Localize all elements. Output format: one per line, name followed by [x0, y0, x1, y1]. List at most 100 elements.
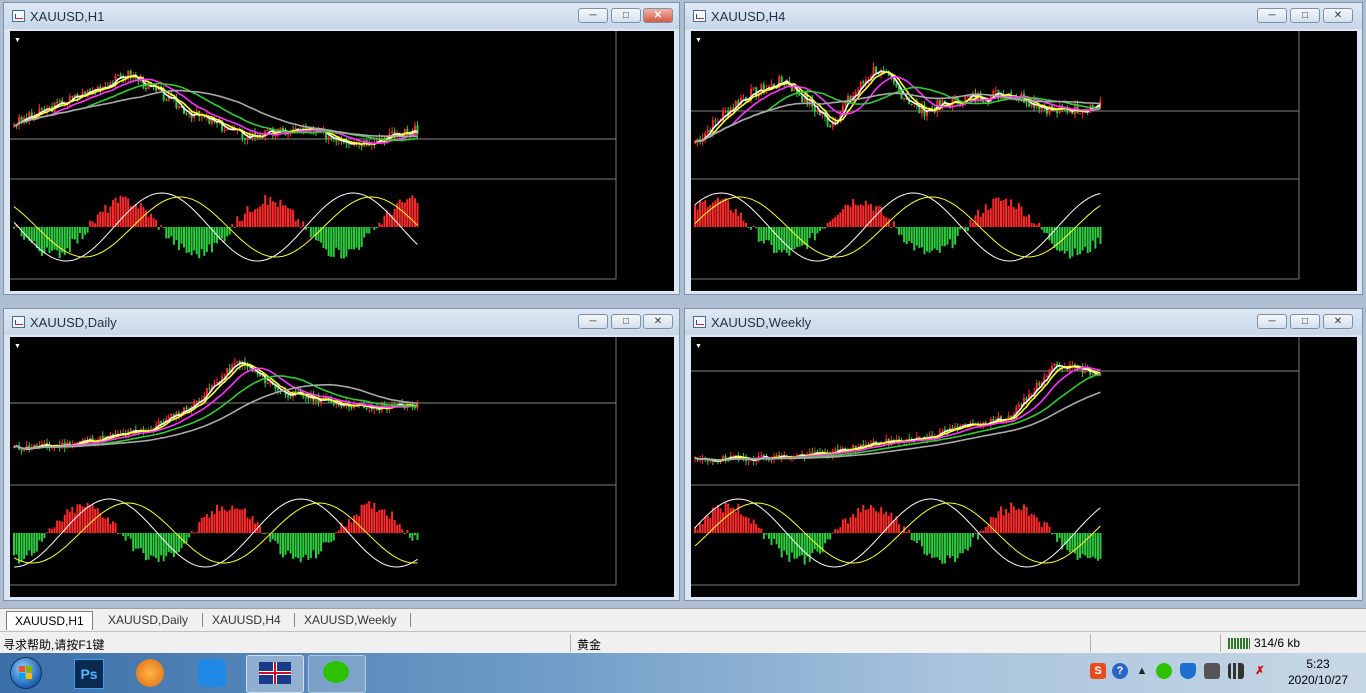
taskbar-app-blue[interactable] — [184, 655, 240, 691]
price-chart[interactable] — [691, 337, 1357, 597]
taskbar-photoshop[interactable]: Ps — [60, 655, 116, 691]
clock-date: 2020/10/27 — [1287, 673, 1349, 687]
mountain-app-icon — [198, 659, 226, 687]
price-chart[interactable] — [10, 31, 674, 291]
osma-bar — [869, 504, 872, 533]
maximize-button[interactable]: □ — [611, 314, 641, 329]
osma-bar — [941, 227, 944, 247]
osma-bar — [898, 524, 900, 533]
taskbar-app-orange[interactable] — [122, 655, 178, 691]
osma-bar — [337, 530, 340, 533]
osma-bar — [852, 513, 855, 533]
osma-bar — [938, 533, 941, 560]
taskbar-metatrader[interactable] — [246, 655, 304, 693]
osma-bar — [875, 511, 878, 533]
osma-bar — [1005, 198, 1008, 227]
tab-xauusd-daily[interactable]: XAUUSD,Daily — [100, 611, 196, 629]
minimize-button[interactable]: ─ — [578, 8, 608, 23]
taskbar-wechat[interactable] — [308, 655, 366, 693]
window-titlebar[interactable]: XAUUSD,Daily ─ □ ✕ — [4, 309, 679, 335]
price-chart[interactable] — [10, 337, 674, 597]
wechat-tray-icon[interactable] — [1156, 663, 1172, 679]
osma-bar — [353, 515, 356, 533]
osma-bar — [180, 227, 183, 244]
osma-bar — [363, 227, 366, 238]
tab-xauusd-h4[interactable]: XAUUSD,H4 — [204, 611, 289, 629]
help-tray-icon[interactable]: ? — [1112, 663, 1128, 679]
osma-bar — [1028, 214, 1031, 227]
osma-bar — [951, 227, 954, 249]
close-button[interactable]: ✕ — [1323, 314, 1353, 329]
signal-bars-icon[interactable] — [1228, 663, 1244, 679]
window-titlebar[interactable]: XAUUSD,H1 ─ □ ✕ — [4, 3, 679, 29]
osma-bar — [1068, 533, 1071, 553]
osma-bar — [854, 517, 857, 533]
osma-bar — [157, 533, 160, 562]
osma-bar — [101, 517, 104, 533]
chart-window-daily[interactable]: XAUUSD,Daily ─ □ ✕ — [3, 308, 680, 601]
close-button[interactable]: ✕ — [1323, 8, 1353, 23]
window-titlebar[interactable]: XAUUSD,H4 ─ □ ✕ — [685, 3, 1362, 29]
minimize-button[interactable]: ─ — [1257, 8, 1287, 23]
osma-bar — [936, 533, 939, 558]
osma-bar — [111, 200, 114, 227]
osma-bar — [966, 533, 969, 551]
candle-body — [1025, 398, 1028, 401]
tab-xauusd-h1[interactable]: XAUUSD,H1 — [6, 611, 93, 630]
chart-window-h4[interactable]: XAUUSD,H4 ─ □ ✕ — [684, 2, 1363, 295]
osma-bar — [320, 533, 323, 552]
system-clock[interactable]: 5:23 2020/10/27 — [1278, 656, 1358, 688]
candle-body — [365, 407, 368, 409]
maximize-button[interactable]: □ — [611, 8, 641, 23]
osma-bar — [312, 227, 315, 236]
osma-bar — [35, 533, 38, 552]
chart-window-weekly[interactable]: XAUUSD,Weekly ─ □ ✕ — [684, 308, 1363, 601]
security-shield-icon[interactable] — [1180, 663, 1196, 679]
osma-bar — [243, 213, 246, 227]
osma-bar — [982, 213, 985, 227]
candle-body — [982, 100, 985, 103]
osma-bar — [167, 533, 170, 552]
osma-bar — [264, 195, 267, 227]
minimize-button[interactable]: ─ — [578, 314, 608, 329]
osma-bar — [1033, 223, 1036, 227]
osma-bar — [1025, 506, 1028, 533]
chart-window-icon — [693, 10, 706, 22]
osma-bar — [106, 517, 109, 533]
candle-body — [1045, 375, 1048, 377]
ma-gray-line — [13, 383, 418, 450]
osma-bar — [271, 201, 274, 227]
close-button[interactable]: ✕ — [643, 8, 673, 23]
candle-body — [760, 455, 763, 457]
volume-muted-icon[interactable]: ✗ — [1252, 663, 1268, 679]
osma-bar — [997, 511, 1000, 533]
osma-bar — [745, 516, 747, 533]
status-divider — [570, 634, 571, 652]
close-button[interactable]: ✕ — [643, 314, 673, 329]
tab-xauusd-weekly[interactable]: XAUUSD,Weekly — [296, 611, 404, 629]
price-chart[interactable] — [691, 31, 1357, 291]
osma-bar — [398, 523, 401, 533]
candle-body — [129, 430, 132, 432]
osma-bar — [1035, 225, 1038, 227]
candle-body — [844, 102, 847, 106]
start-button[interactable] — [4, 653, 46, 693]
maximize-button[interactable]: □ — [1290, 314, 1320, 329]
osma-bar — [1015, 509, 1018, 533]
status-divider — [1090, 634, 1091, 652]
sogou-ime-icon[interactable]: S — [1090, 663, 1106, 679]
osma-bar — [406, 530, 409, 533]
osma-bar — [96, 508, 99, 533]
minimize-button[interactable]: ─ — [1257, 314, 1287, 329]
chart-canvas — [10, 31, 617, 280]
osma-bar — [1020, 206, 1023, 227]
show-hidden-icons[interactable]: ▲ — [1134, 663, 1150, 679]
osma-bar — [905, 227, 908, 245]
window-titlebar[interactable]: XAUUSD,Weekly ─ □ ✕ — [685, 309, 1362, 335]
network-icon[interactable] — [1204, 663, 1220, 679]
osma-bar — [292, 210, 295, 227]
chart-window-h1[interactable]: XAUUSD,H1 ─ □ ✕ — [3, 2, 680, 295]
maximize-button[interactable]: □ — [1290, 8, 1320, 23]
osma-bar — [699, 523, 702, 533]
osma-bar — [783, 533, 786, 551]
